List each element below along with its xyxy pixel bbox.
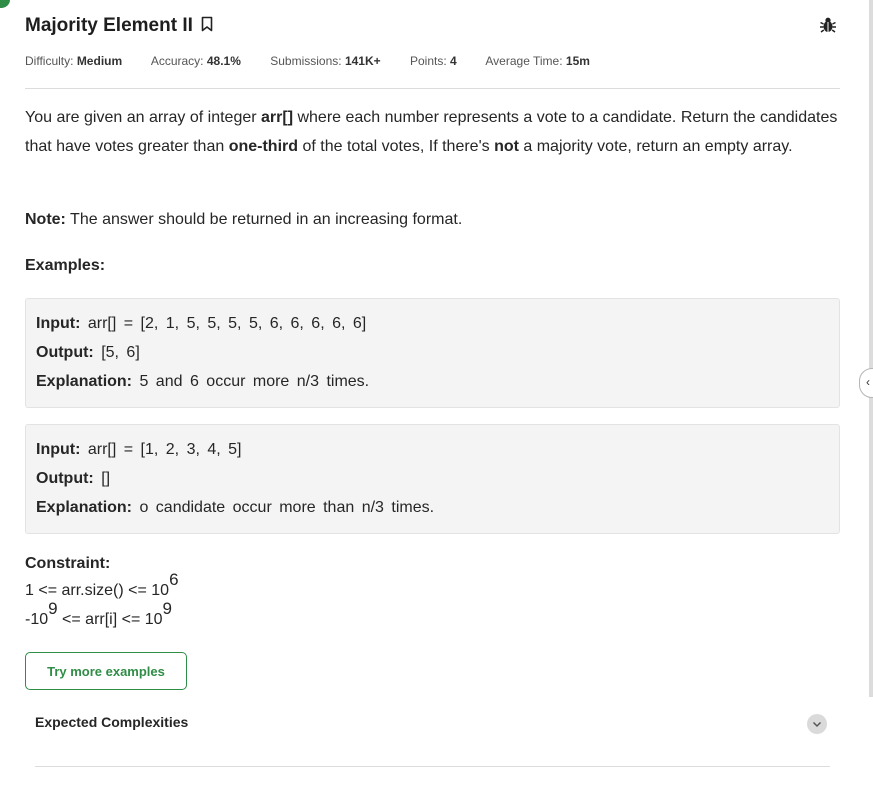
scrollbar[interactable]	[869, 0, 873, 697]
header-divider	[25, 88, 840, 89]
expected-complexities-accordion[interactable]: Expected Complexities	[35, 705, 830, 767]
example-input: Input: arr[] = [1, 2, 3, 4, 5]	[36, 441, 242, 458]
meta-submissions: Submissions: 141K+	[270, 54, 381, 68]
chevron-down-icon[interactable]	[807, 714, 827, 734]
problem-meta: Difficulty: Medium Accuracy: 48.1% Submi…	[25, 54, 616, 68]
example-1: Input: arr[] = [2, 1, 5, 5, 5, 5, 6, 6, …	[25, 298, 840, 408]
status-dot	[0, 0, 10, 8]
bug-icon[interactable]	[819, 16, 837, 39]
expected-complexities-label: Expected Complexities	[35, 714, 189, 730]
meta-difficulty: Difficulty: Medium	[25, 54, 123, 68]
example-2: Input: arr[] = [1, 2, 3, 4, 5] Output: […	[25, 424, 840, 534]
problem-description: You are given an array of integer arr[] …	[25, 109, 838, 155]
panel-collapse-handle[interactable]: ‹	[859, 368, 873, 398]
example-explanation: Explanation: o candidate occur more than…	[36, 499, 435, 516]
example-output: Output: []	[36, 470, 111, 487]
try-more-examples-button[interactable]: Try more examples	[25, 652, 187, 690]
constraint-heading: Constraint:	[25, 555, 111, 572]
example-explanation: Explanation: 5 and 6 occur more n/3 time…	[36, 373, 370, 390]
constraint-size: 1 <= arr.size() <= 106	[25, 569, 179, 599]
chevron-left-icon: ‹	[866, 375, 870, 389]
problem-header: Majority Element II	[25, 14, 840, 40]
constraint-values: -109 <= arr[i] <= 109	[25, 598, 173, 628]
examples-heading: Examples:	[25, 257, 106, 274]
example-output: Output: [5, 6]	[36, 344, 140, 361]
meta-points: Points: 4	[410, 54, 457, 68]
meta-accuracy: Accuracy: 48.1%	[150, 54, 241, 68]
example-input: Input: arr[] = [2, 1, 5, 5, 5, 5, 6, 6, …	[36, 315, 367, 332]
problem-title: Majority Element II	[25, 14, 193, 36]
problem-note: Note: The answer should be returned in a…	[25, 211, 463, 228]
bookmark-icon[interactable]	[201, 16, 213, 37]
meta-average-time: Average Time: 15m	[485, 54, 590, 68]
